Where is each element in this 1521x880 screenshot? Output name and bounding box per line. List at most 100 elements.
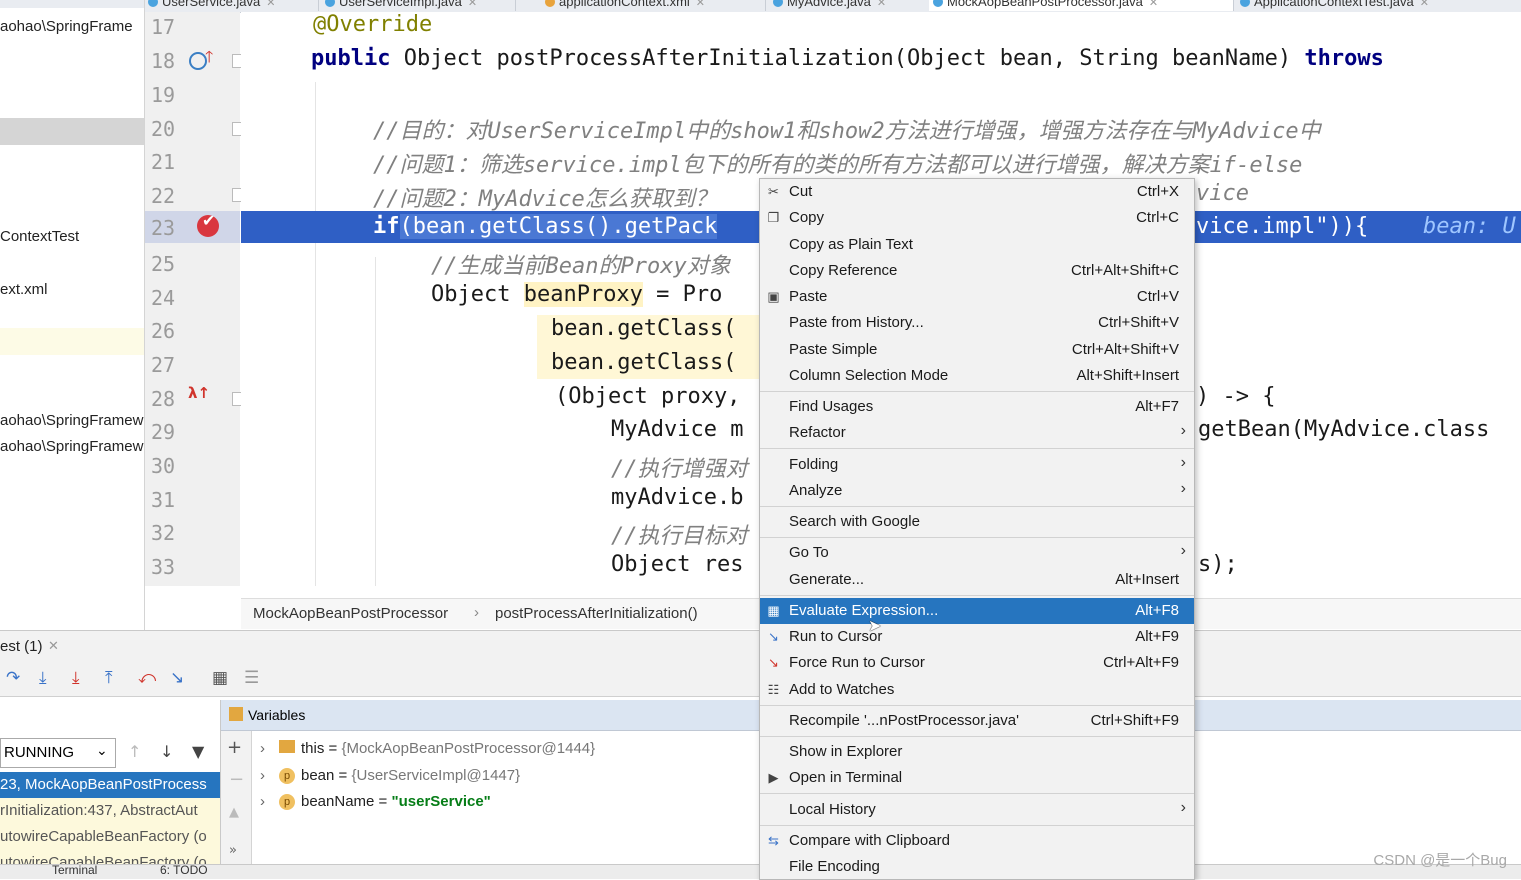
close-icon[interactable]: ✕	[1420, 0, 1429, 9]
frame-row[interactable]: utowireCapableBeanFactory (o	[0, 824, 220, 850]
breadcrumb-class[interactable]: MockAopBeanPostProcessor	[253, 605, 448, 622]
drop-frame-icon[interactable]: ⤺	[138, 668, 156, 688]
tab-mockaopbeanpostprocessor[interactable]: MockAopBeanPostProcessor.java ✕	[929, 0, 1234, 11]
menu-item-copy-reference[interactable]: Copy Reference Ctrl+Alt+Shift+C	[760, 258, 1194, 284]
menu-item-find-usages[interactable]: Find Usages Alt+F7	[760, 394, 1194, 420]
menu-item-compare-clipboard[interactable]: ⇆ Compare with Clipboard	[760, 828, 1194, 854]
paste-icon: ▣	[767, 289, 780, 304]
chevron-right-icon[interactable]: ›	[260, 767, 265, 784]
menu-item-show-in-explorer[interactable]: Show in Explorer	[760, 739, 1194, 765]
code-line-30: //执行增强对	[611, 457, 748, 482]
menu-item-local-history[interactable]: Local History ›	[760, 797, 1194, 823]
terminal-tab[interactable]: Terminal	[52, 863, 97, 877]
line-number: 26	[151, 319, 176, 343]
project-selected-row[interactable]	[0, 118, 144, 145]
project-tree-item[interactable]: ext.xml	[0, 281, 48, 298]
menu-item-paste-simple[interactable]: Paste Simple Ctrl+Alt+Shift+V	[760, 337, 1194, 363]
menu-item-search-google[interactable]: Search with Google	[760, 509, 1194, 535]
add-watch-icon[interactable]: +	[227, 737, 242, 758]
force-step-into-icon[interactable]: ⤓	[72, 668, 80, 688]
project-tree-item[interactable]: ContextTest	[0, 228, 79, 245]
project-tree-item[interactable]: aohao\SpringFrame	[0, 18, 133, 35]
remove-watch-icon[interactable]: −	[229, 769, 244, 790]
menu-item-evaluate-expression[interactable]: ▦ Evaluate Expression... Alt+F8	[760, 598, 1194, 624]
menu-item-cut[interactable]: ✂ Cut Ctrl+X	[760, 179, 1194, 205]
arrow-up-icon[interactable]: ↑	[128, 742, 141, 761]
parameter-icon: p	[279, 768, 295, 784]
todo-tab[interactable]: 6: TODO	[160, 863, 208, 877]
frame-row[interactable]: utowireCapableBeanFactory (o	[0, 850, 220, 864]
menu-separator	[760, 736, 1194, 737]
variable-row[interactable]: › this = {MockAopBeanPostProcessor@1444}	[260, 740, 595, 757]
menu-item-column-selection[interactable]: Column Selection Mode Alt+Shift+Insert	[760, 363, 1194, 389]
frame-row[interactable]: rInitialization:437, AbstractAut	[0, 798, 220, 824]
line-number: 19	[151, 83, 176, 107]
menu-item-copy-plain[interactable]: Copy as Plain Text	[760, 232, 1194, 258]
menu-item-analyze[interactable]: Analyze ›	[760, 478, 1194, 504]
menu-item-file-encoding[interactable]: File Encoding	[760, 854, 1194, 879]
tab-applicationcontexttest[interactable]: ApplicationContextTest.java ✕	[1236, 0, 1521, 11]
code-line-18: public Object postProcessAfterInitializa…	[311, 46, 1384, 71]
variable-row[interactable]: › p beanName = "userService"	[260, 793, 491, 810]
more-icon[interactable]: »	[229, 843, 237, 858]
move-up-icon[interactable]: ▲	[229, 805, 239, 820]
evaluate-icon[interactable]: ▦	[212, 668, 228, 688]
thread-selector[interactable]: RUNNING ⌄	[0, 738, 116, 768]
menu-item-refactor[interactable]: Refactor ›	[760, 420, 1194, 446]
step-out-icon[interactable]: ⤒	[105, 668, 113, 688]
menu-item-generate[interactable]: Generate... Alt+Insert	[760, 567, 1194, 593]
code-line-33: Object res	[611, 552, 744, 577]
step-into-icon[interactable]: ⤓	[39, 668, 47, 688]
submenu-arrow-icon: ›	[1180, 542, 1186, 559]
run-to-cursor-icon: ↘	[768, 629, 779, 644]
close-icon[interactable]: ✕	[48, 638, 59, 654]
tab-userserviceimpl[interactable]: UserServiceImpl.java ✕	[321, 0, 516, 11]
close-icon[interactable]: ✕	[266, 0, 275, 9]
menu-item-paste[interactable]: ▣ Paste Ctrl+V	[760, 284, 1194, 310]
override-arrow-icon[interactable]: 🡑	[205, 46, 213, 73]
lambda-icon[interactable]: λ↑	[188, 384, 210, 402]
menu-item-folding[interactable]: Folding ›	[760, 452, 1194, 478]
code-line-29: MyAdvice m	[611, 417, 744, 442]
code-line-23: if(bean.getClass().getPack	[373, 214, 718, 239]
filter-icon[interactable]: ▼	[192, 742, 204, 761]
editor-gutter[interactable]: 17 18 19 20 21 22 24 25 26 27 28 29 30 3…	[145, 12, 246, 586]
menu-item-run-to-cursor[interactable]: ↘ Run to Cursor Alt+F9	[760, 624, 1194, 650]
frame-row-selected[interactable]: 23, MockAopBeanPostProcess	[0, 772, 220, 798]
close-icon[interactable]: ✕	[877, 0, 886, 9]
close-icon[interactable]: ✕	[1149, 0, 1158, 9]
copy-icon: ❐	[767, 210, 780, 225]
project-tree-item[interactable]: aohao\SpringFramew	[0, 412, 143, 429]
line-number: 30	[151, 454, 176, 478]
variable-row[interactable]: › p bean = {UserServiceImpl@1447}	[260, 767, 520, 784]
menu-item-paste-history[interactable]: Paste from History... Ctrl+Shift+V	[760, 310, 1194, 336]
submenu-arrow-icon: ›	[1180, 480, 1186, 497]
close-icon[interactable]: ✕	[696, 0, 705, 9]
line-number: 24	[151, 286, 176, 310]
breakpoint-icon[interactable]: ✔	[197, 211, 219, 237]
menu-item-copy[interactable]: ❐ Copy Ctrl+C	[760, 205, 1194, 231]
close-icon[interactable]: ✕	[468, 0, 477, 9]
menu-item-force-run-to-cursor[interactable]: ↘ Force Run to Cursor Ctrl+Alt+F9	[760, 650, 1194, 676]
tab-applicationcontext-xml[interactable]: applicationContext.xml ✕	[541, 0, 766, 11]
menu-item-add-to-watches[interactable]: ☷ Add to Watches	[760, 677, 1194, 703]
line-number: 33	[151, 555, 176, 579]
tab-myadvice[interactable]: MyAdvice.java ✕	[769, 0, 944, 11]
project-highlight-row[interactable]	[0, 328, 144, 355]
trace-icon[interactable]: ☰	[244, 668, 259, 688]
debug-session-tab[interactable]: est (1)	[0, 638, 43, 655]
menu-item-open-in-terminal[interactable]: ▶ Open in Terminal	[760, 765, 1194, 791]
menu-item-recompile[interactable]: Recompile '...nPostProcessor.java' Ctrl+S…	[760, 708, 1194, 734]
watches-icon: ☷	[767, 682, 780, 697]
line-number: 23	[151, 216, 176, 240]
breadcrumb-method[interactable]: postProcessAfterInitialization()	[495, 605, 698, 622]
chevron-right-icon[interactable]: ›	[260, 793, 265, 810]
run-to-cursor-icon[interactable]: ↘	[170, 668, 184, 688]
variables-side-toolbar: + − ▲ »	[221, 731, 252, 864]
step-over-icon[interactable]: ↷	[6, 668, 20, 688]
arrow-down-icon[interactable]: ↓	[160, 742, 173, 761]
tab-userservice[interactable]: UserService.java ✕	[144, 0, 319, 11]
menu-item-goto[interactable]: Go To ›	[760, 540, 1194, 566]
project-tree-item[interactable]: aohao\SpringFramew	[0, 438, 143, 455]
chevron-right-icon[interactable]: ›	[260, 740, 265, 757]
